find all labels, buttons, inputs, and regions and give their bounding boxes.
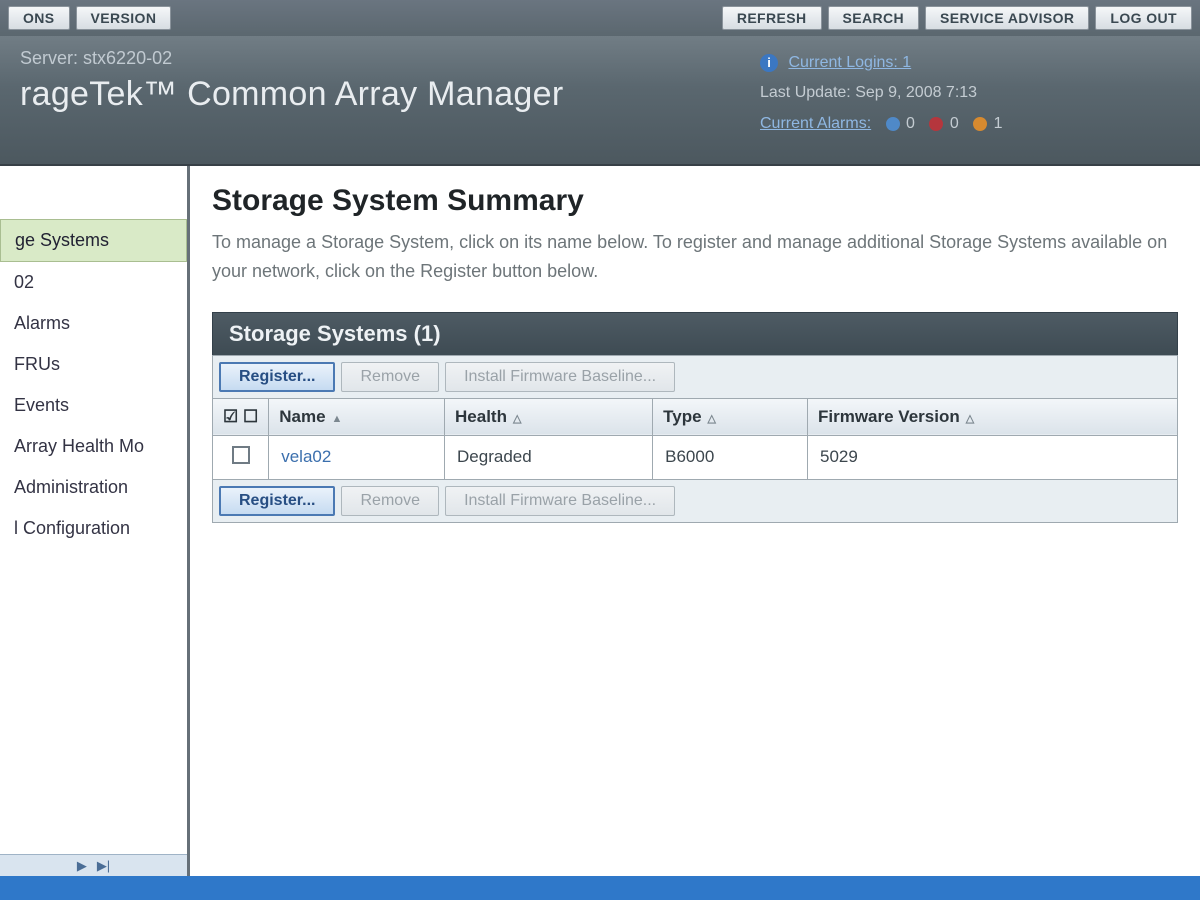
- server-line: Server: stx6220-02: [20, 48, 563, 69]
- sidebar-item-root[interactable]: [0, 178, 187, 219]
- table-toolbar-bottom: Register... Remove Install Firmware Base…: [212, 480, 1178, 523]
- row-type: B6000: [653, 435, 808, 479]
- topbtn-search[interactable]: SEARCH: [828, 6, 920, 30]
- sidebar-item-array-health[interactable]: Array Health Mo: [0, 426, 187, 467]
- register-button-bottom[interactable]: Register...: [219, 486, 335, 516]
- alarm-critical-icon: [929, 117, 943, 131]
- table-toolbar-top: Register... Remove Install Firmware Base…: [212, 355, 1178, 398]
- alarm-warning-count: 1: [994, 115, 1003, 132]
- footer-strip: [0, 876, 1200, 900]
- scroll-end-icon[interactable]: ▶|: [97, 858, 110, 874]
- sort-icon: ▲: [332, 413, 343, 425]
- row-health: Degraded: [445, 435, 653, 479]
- install-firmware-button-bottom: Install Firmware Baseline...: [445, 486, 675, 516]
- page-title: Storage System Summary: [212, 184, 1178, 218]
- col-name[interactable]: Name▲: [269, 398, 445, 435]
- app-title: rageTek™ Common Array Manager: [20, 75, 563, 114]
- sidebar-item-storage-systems[interactable]: ge Systems: [0, 219, 187, 262]
- alarm-critical-count: 0: [950, 115, 959, 132]
- scroll-right-icon[interactable]: ▶: [77, 858, 87, 874]
- sidebar-item-array[interactable]: 02: [0, 262, 187, 303]
- sidebar-item-frus[interactable]: FRUs: [0, 344, 187, 385]
- register-button-top[interactable]: Register...: [219, 362, 335, 392]
- table-header-row: ☑ ☐ Name▲ Health△ Type△ Firmware Version…: [213, 398, 1178, 435]
- panel-title: Storage Systems (1): [212, 312, 1178, 355]
- alarm-info-icon: [886, 117, 900, 131]
- topbtn-logout[interactable]: LOG OUT: [1095, 6, 1192, 30]
- content-area: Storage System Summary To manage a Stora…: [190, 166, 1200, 876]
- alarm-warning-icon: [973, 117, 987, 131]
- topbtn-ons[interactable]: ONS: [8, 6, 70, 30]
- install-firmware-button-top: Install Firmware Baseline...: [445, 362, 675, 392]
- sidebar-item-configuration[interactable]: l Configuration: [0, 508, 187, 549]
- current-alarms: Current Alarms: 0 0 1: [760, 109, 1180, 139]
- sidebar-scrollbar[interactable]: ▶ ▶|: [0, 854, 187, 876]
- sidebar-item-events[interactable]: Events: [0, 385, 187, 426]
- sidebar-item-alarms[interactable]: Alarms: [0, 303, 187, 344]
- remove-button-top: Remove: [341, 362, 439, 392]
- row-name[interactable]: vela02: [269, 435, 445, 479]
- info-icon: i: [760, 54, 778, 72]
- page-description: To manage a Storage System, click on its…: [212, 228, 1172, 286]
- checkbox-icon[interactable]: [232, 446, 250, 464]
- sidebar-item-administration[interactable]: Administration: [0, 467, 187, 508]
- top-button-bar: ONS VERSION REFRESH SEARCH SERVICE ADVIS…: [0, 0, 1200, 36]
- header-banner: Server: stx6220-02 rageTek™ Common Array…: [0, 36, 1200, 166]
- col-firmware[interactable]: Firmware Version△: [807, 398, 1177, 435]
- topbtn-version[interactable]: VERSION: [76, 6, 172, 30]
- alarms-link[interactable]: Current Alarms:: [760, 115, 871, 132]
- current-logins-link[interactable]: Current Logins: 1: [788, 54, 911, 71]
- last-update: Last Update: Sep 9, 2008 7:13: [760, 78, 1180, 108]
- server-name: stx6220-02: [83, 48, 172, 68]
- sidebar: ge Systems 02 Alarms FRUs Events Array H…: [0, 166, 190, 876]
- row-checkbox-cell[interactable]: [213, 435, 269, 479]
- storage-systems-table: ☑ ☐ Name▲ Health△ Type△ Firmware Version…: [212, 398, 1178, 480]
- row-firmware: 5029: [807, 435, 1177, 479]
- last-update-label: Last Update:: [760, 84, 851, 101]
- topbtn-service-advisor[interactable]: SERVICE ADVISOR: [925, 6, 1089, 30]
- col-type[interactable]: Type△: [653, 398, 808, 435]
- table-row: vela02 Degraded B6000 5029: [213, 435, 1178, 479]
- last-update-value: Sep 9, 2008 7:13: [855, 84, 977, 101]
- select-all-col[interactable]: ☑ ☐: [213, 398, 269, 435]
- remove-button-bottom: Remove: [341, 486, 439, 516]
- topbtn-refresh[interactable]: REFRESH: [722, 6, 822, 30]
- col-health[interactable]: Health△: [445, 398, 653, 435]
- server-prefix: Server:: [20, 48, 78, 68]
- alarm-info-count: 0: [906, 115, 915, 132]
